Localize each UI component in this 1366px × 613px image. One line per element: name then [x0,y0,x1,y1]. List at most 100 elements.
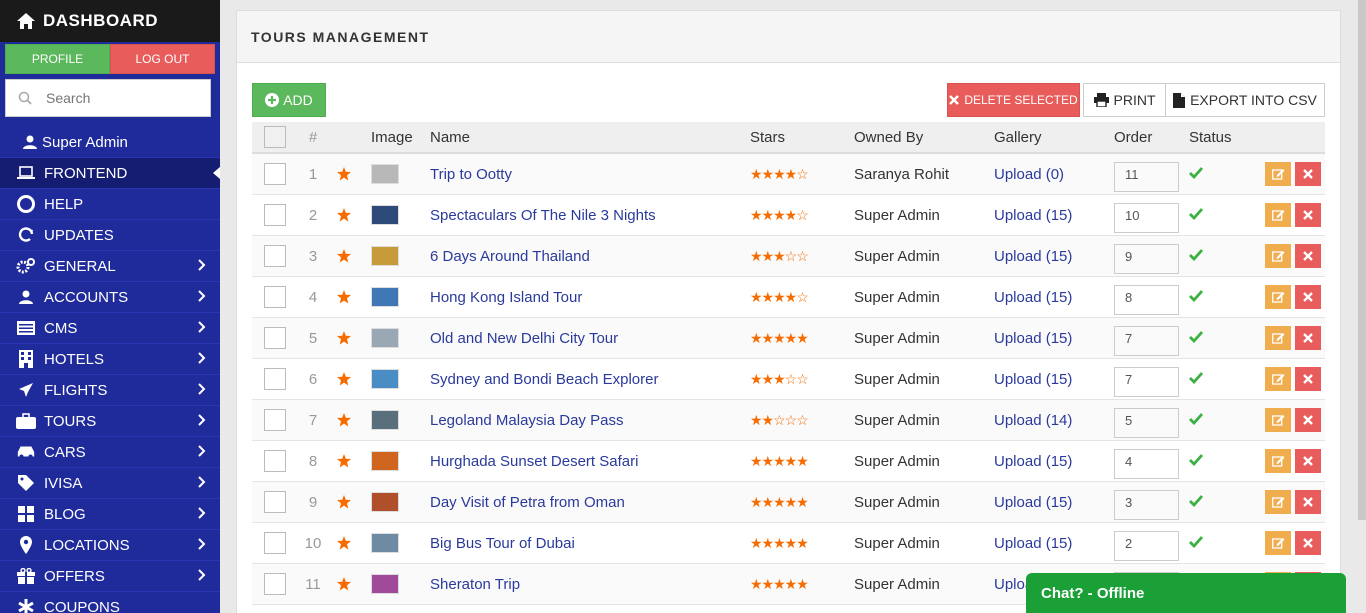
edit-button[interactable] [1265,203,1291,227]
tour-name-link[interactable]: Big Bus Tour of Dubai [430,535,575,552]
delete-button[interactable] [1295,408,1321,432]
check-icon[interactable] [1189,494,1204,507]
featured-star-icon[interactable] [337,454,351,468]
check-icon[interactable] [1189,207,1204,220]
sidebar-item-coupons[interactable]: COUPONS [0,591,220,613]
tour-name-link[interactable]: Sheraton Trip [430,576,520,593]
edit-button[interactable] [1265,326,1291,350]
select-all-checkbox[interactable] [264,126,286,148]
featured-star-icon[interactable] [337,413,351,427]
header-name[interactable]: Name [430,129,750,146]
delete-button[interactable] [1295,490,1321,514]
tour-name-link[interactable]: Hurghada Sunset Desert Safari [430,453,638,470]
edit-button[interactable] [1265,367,1291,391]
check-icon[interactable] [1189,371,1204,384]
gallery-upload-link[interactable]: Upload (15) [994,330,1072,347]
tour-name-link[interactable]: Old and New Delhi City Tour [430,330,618,347]
order-input[interactable]: 7 [1114,367,1179,397]
gallery-upload-link[interactable]: Upload (15) [994,289,1072,306]
delete-button[interactable] [1295,449,1321,473]
search-input[interactable] [46,90,196,106]
featured-star-icon[interactable] [337,495,351,509]
page-scrollbar[interactable] [1358,0,1366,520]
header-num[interactable]: # [298,129,328,146]
gallery-upload-link[interactable]: Upload (0) [994,166,1064,183]
check-icon[interactable] [1189,289,1204,302]
order-input[interactable]: 2 [1114,531,1179,561]
header-order[interactable]: Order [1114,129,1189,146]
sidebar-item-updates[interactable]: UPDATES [0,219,220,250]
row-checkbox[interactable] [264,286,286,308]
delete-button[interactable] [1295,203,1321,227]
delete-button[interactable] [1295,244,1321,268]
order-input[interactable]: 7 [1114,326,1179,356]
check-icon[interactable] [1189,535,1204,548]
delete-selected-button[interactable]: DELETE SELECTED [947,83,1080,117]
order-input[interactable]: 4 [1114,449,1179,479]
check-icon[interactable] [1189,248,1204,261]
gallery-upload-link[interactable]: Upload (15) [994,371,1072,388]
featured-star-icon[interactable] [337,331,351,345]
featured-star-icon[interactable] [337,577,351,591]
featured-star-icon[interactable] [337,167,351,181]
tour-name-link[interactable]: 6 Days Around Thailand [430,248,590,265]
row-checkbox[interactable] [264,532,286,554]
check-icon[interactable] [1189,412,1204,425]
edit-button[interactable] [1265,244,1291,268]
sidebar-item-tours[interactable]: TOURS [0,405,220,436]
row-checkbox[interactable] [264,327,286,349]
sidebar-item-frontend[interactable]: FRONTEND [0,157,220,188]
delete-button[interactable] [1295,162,1321,186]
header-image[interactable]: Image [360,129,430,146]
sidebar-item-blog[interactable]: BLOG [0,498,220,529]
tour-name-link[interactable]: Sydney and Bondi Beach Explorer [430,371,658,388]
print-button[interactable]: PRINT [1083,83,1166,117]
delete-button[interactable] [1295,367,1321,391]
tour-name-link[interactable]: Spectaculars Of The Nile 3 Nights [430,207,656,224]
order-input[interactable]: 9 [1114,244,1179,274]
sidebar-item-cars[interactable]: CARS [0,436,220,467]
order-input[interactable]: 8 [1114,285,1179,315]
featured-star-icon[interactable] [337,536,351,550]
tour-name-link[interactable]: Day Visit of Petra from Oman [430,494,625,511]
edit-button[interactable] [1265,531,1291,555]
header-status[interactable]: Status [1189,129,1265,146]
delete-button[interactable] [1295,285,1321,309]
row-checkbox[interactable] [264,450,286,472]
order-input[interactable]: 5 [1114,408,1179,438]
sidebar-item-hotels[interactable]: HOTELS [0,343,220,374]
row-checkbox[interactable] [264,204,286,226]
tour-name-link[interactable]: Legoland Malaysia Day Pass [430,412,623,429]
export-csv-button[interactable]: EXPORT INTO CSV [1165,83,1325,117]
row-checkbox[interactable] [264,491,286,513]
featured-star-icon[interactable] [337,208,351,222]
row-checkbox[interactable] [264,409,286,431]
order-input[interactable]: 10 [1114,203,1179,233]
edit-button[interactable] [1265,285,1291,309]
sidebar-item-cms[interactable]: CMS [0,312,220,343]
row-checkbox[interactable] [264,368,286,390]
sidebar-item-accounts[interactable]: ACCOUNTS [0,281,220,312]
gallery-upload-link[interactable]: Upload (15) [994,535,1072,552]
sidebar-item-locations[interactable]: LOCATIONS [0,529,220,560]
row-checkbox[interactable] [264,573,286,595]
header-owner[interactable]: Owned By [854,129,994,146]
sidebar-item-help[interactable]: HELP [0,188,220,219]
sidebar-item-general[interactable]: GENERAL [0,250,220,281]
sidebar-item-ivisa[interactable]: IVISA [0,467,220,498]
edit-button[interactable] [1265,162,1291,186]
profile-button[interactable]: PROFILE [5,44,110,74]
chat-widget[interactable]: Chat? - Offline [1026,573,1346,613]
gallery-upload-link[interactable]: Upload (14) [994,412,1072,429]
delete-button[interactable] [1295,531,1321,555]
add-button[interactable]: ADD [252,83,326,117]
dashboard-header[interactable]: DASHBOARD [0,0,220,42]
header-stars[interactable]: Stars [750,129,854,146]
row-checkbox[interactable] [264,245,286,267]
featured-star-icon[interactable] [337,290,351,304]
edit-button[interactable] [1265,408,1291,432]
logout-button[interactable]: LOG OUT [110,44,215,74]
check-icon[interactable] [1189,166,1204,179]
edit-button[interactable] [1265,490,1291,514]
row-checkbox[interactable] [264,163,286,185]
